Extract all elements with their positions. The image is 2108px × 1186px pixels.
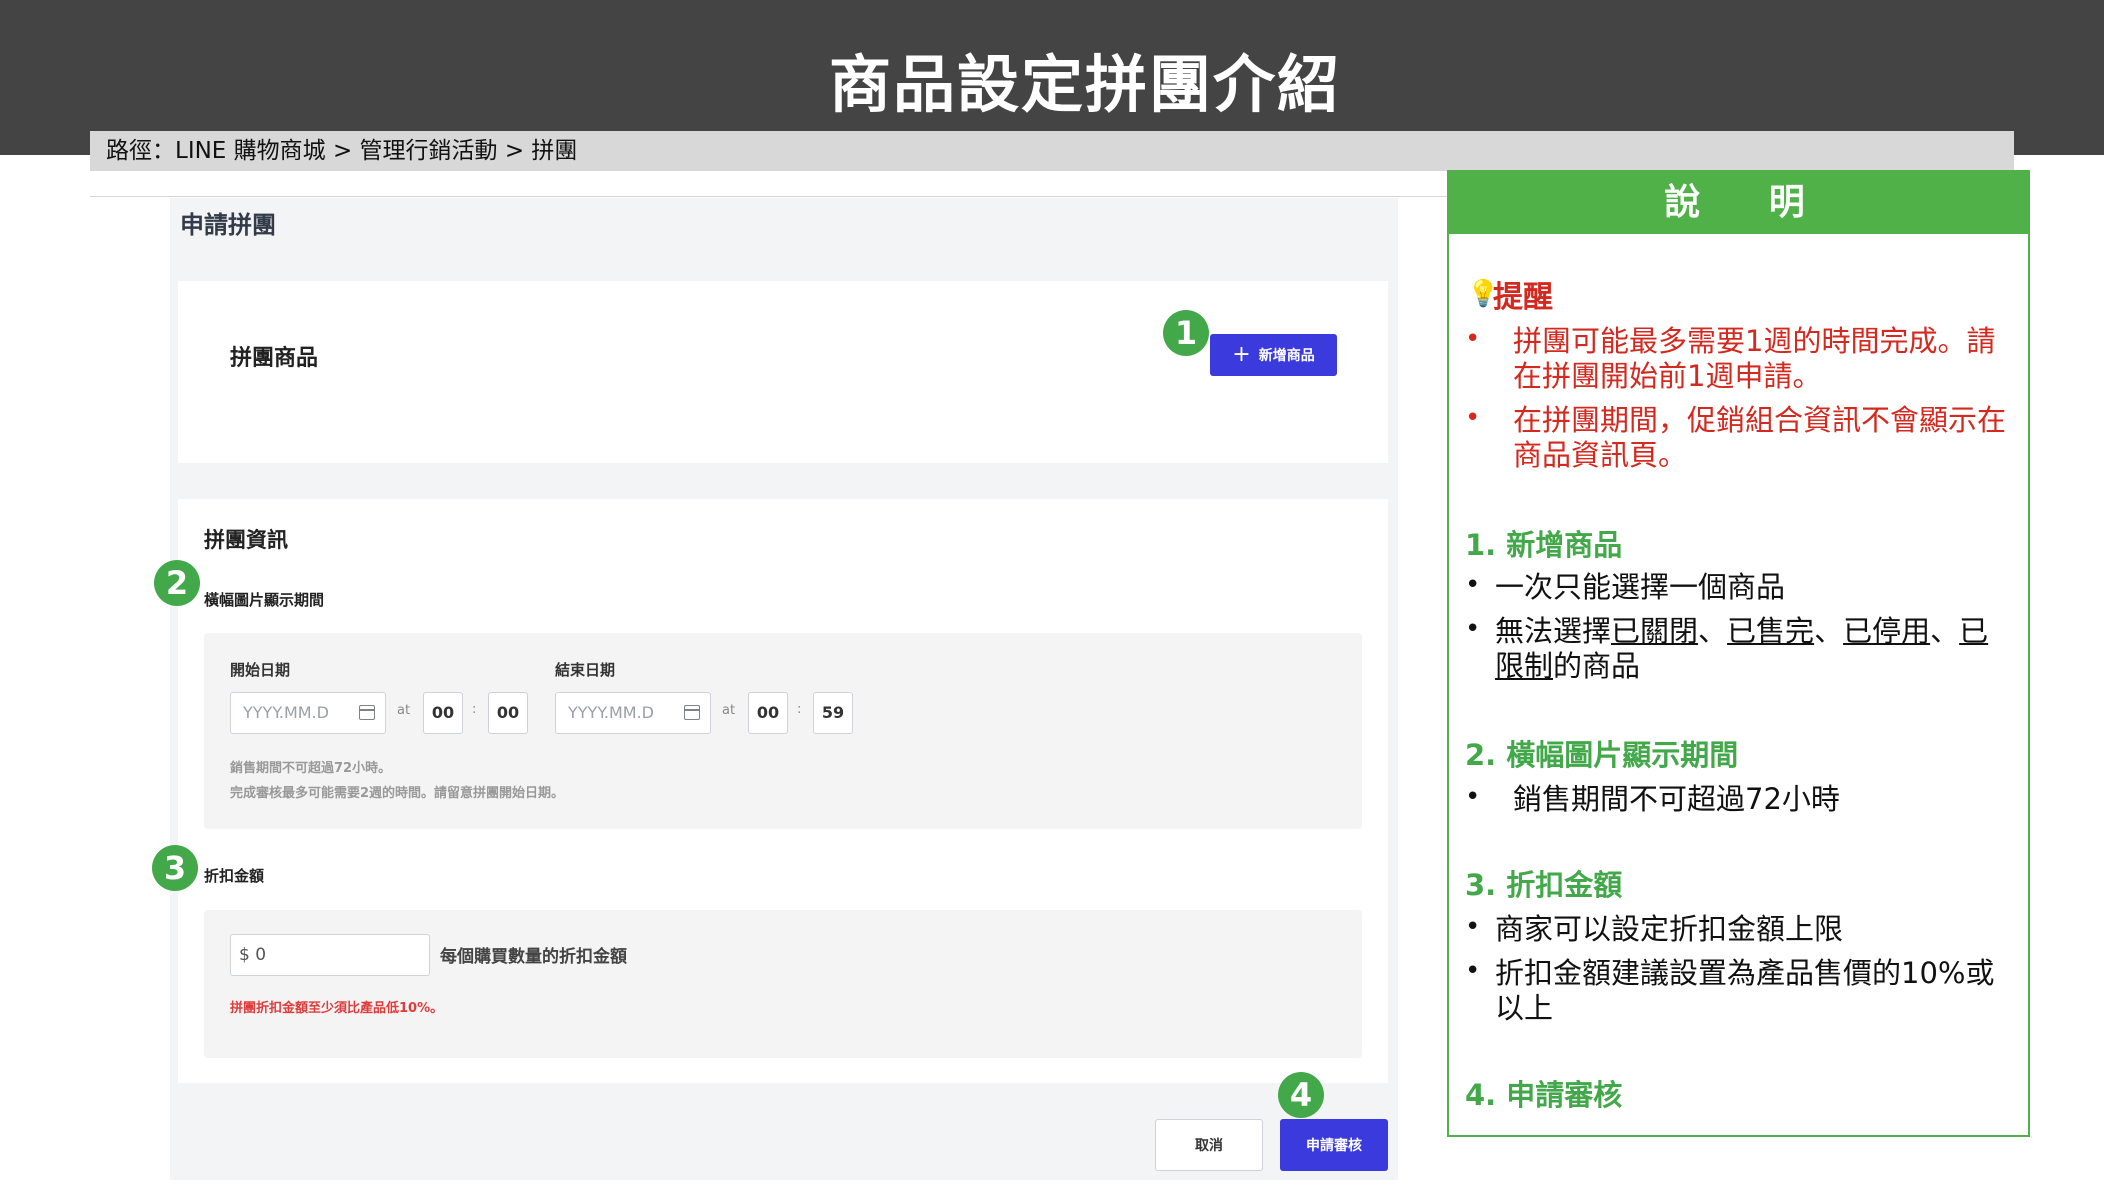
product-section-label: 拼團商品 [230,346,319,371]
end-date-label: 結束日期 [555,661,616,679]
discount-warning: 拼團折扣金額至少須比產品低10%。 [230,1001,444,1016]
discount-note: 每個購買數量的折扣金額 [440,947,627,967]
step-marker-1: 1 [1163,310,1209,356]
discount-panel [204,910,1362,1058]
start-date-label: 開始日期 [230,661,291,679]
at-label: at [397,703,411,718]
start-hour-input[interactable]: 00 [423,692,463,734]
section-3-item: 折扣金額建議設置為產品售價的10%或以上 [1495,956,1995,1025]
bullet-icon: • [1465,324,1481,354]
bullet-icon: • [1465,956,1481,986]
divider [90,196,1450,197]
calendar-icon[interactable] [359,705,375,720]
cancel-button[interactable]: 取消 [1155,1119,1263,1171]
explanation-panel: 說 明 💡 提醒 • 拼團可能最多需要1週的時間完成。請在拼團開始前1週申請。 … [1447,170,2030,1137]
submit-review-button[interactable]: 申請審核 [1280,1119,1388,1171]
section-title-3: 3. 折扣金額 [1465,868,1623,902]
time-colon: : [472,702,477,717]
time-colon: : [797,702,802,717]
end-date-placeholder: YYYY.MM.D [568,703,654,722]
remind-item: 在拼團期間，促銷組合資訊不會顯示在商品資訊頁。 [1513,403,2007,472]
end-hour-input[interactable]: 00 [748,692,788,734]
section-title-4: 4. 申請審核 [1465,1078,1623,1112]
page-title: 商品設定拼團介紹 [828,48,1341,121]
section-3-item: 商家可以設定折扣金額上限 [1495,912,1844,946]
bullet-icon: • [1465,614,1481,644]
start-date-placeholder: YYYY.MM.D [243,703,329,722]
help-text: 完成審核最多可能需要2週的時間。請留意拼團開始日期。 [230,786,565,801]
add-product-label: 新增商品 [1258,348,1315,364]
step-marker-2: 2 [154,560,200,606]
discount-input[interactable]: $ 0 [230,934,430,976]
bullet-icon: • [1465,782,1481,812]
section-title-2: 2. 橫幅圖片顯示期間 [1465,738,1739,772]
breadcrumb: 路徑：LINE 購物商城 > 管理行銷活動 > 拼團 [90,131,2014,171]
section-1-item: 一次只能選擇一個商品 [1495,570,1786,604]
end-date-input[interactable]: YYYY.MM.D [555,692,711,734]
product-card [178,281,1388,463]
bullet-icon: • [1465,570,1481,600]
discount-label: 折扣金額 [204,867,265,885]
step-marker-3: 3 [152,845,198,891]
explanation-header: 說 明 [1449,172,2028,234]
section-2-item: 銷售期間不可超過72小時 [1513,782,1840,816]
start-minute-input[interactable]: 00 [488,692,528,734]
help-text: 銷售期間不可超過72小時。 [230,761,392,776]
calendar-icon[interactable] [684,705,700,720]
form-heading: 申請拼團 [180,211,276,239]
add-product-button[interactable]: + 新增商品 [1210,334,1337,376]
at-label: at [722,703,736,718]
plus-icon: + [1232,342,1251,367]
banner-period-label: 橫幅圖片顯示期間 [204,591,325,609]
bullet-icon: • [1465,403,1481,433]
bullet-icon: • [1465,912,1481,942]
start-date-input[interactable]: YYYY.MM.D [230,692,386,734]
info-title: 拼團資訊 [204,528,288,552]
remind-item: 拼團可能最多需要1週的時間完成。請在拼團開始前1週申請。 [1513,324,1996,393]
step-marker-4: 4 [1278,1072,1324,1118]
section-1-item: 無法選擇已關閉、已售完、已停用、已限制的商品 [1495,614,1989,683]
remind-title: 提醒 [1493,280,1553,315]
end-minute-input[interactable]: 59 [813,692,853,734]
section-title-1: 1. 新增商品 [1465,528,1623,562]
